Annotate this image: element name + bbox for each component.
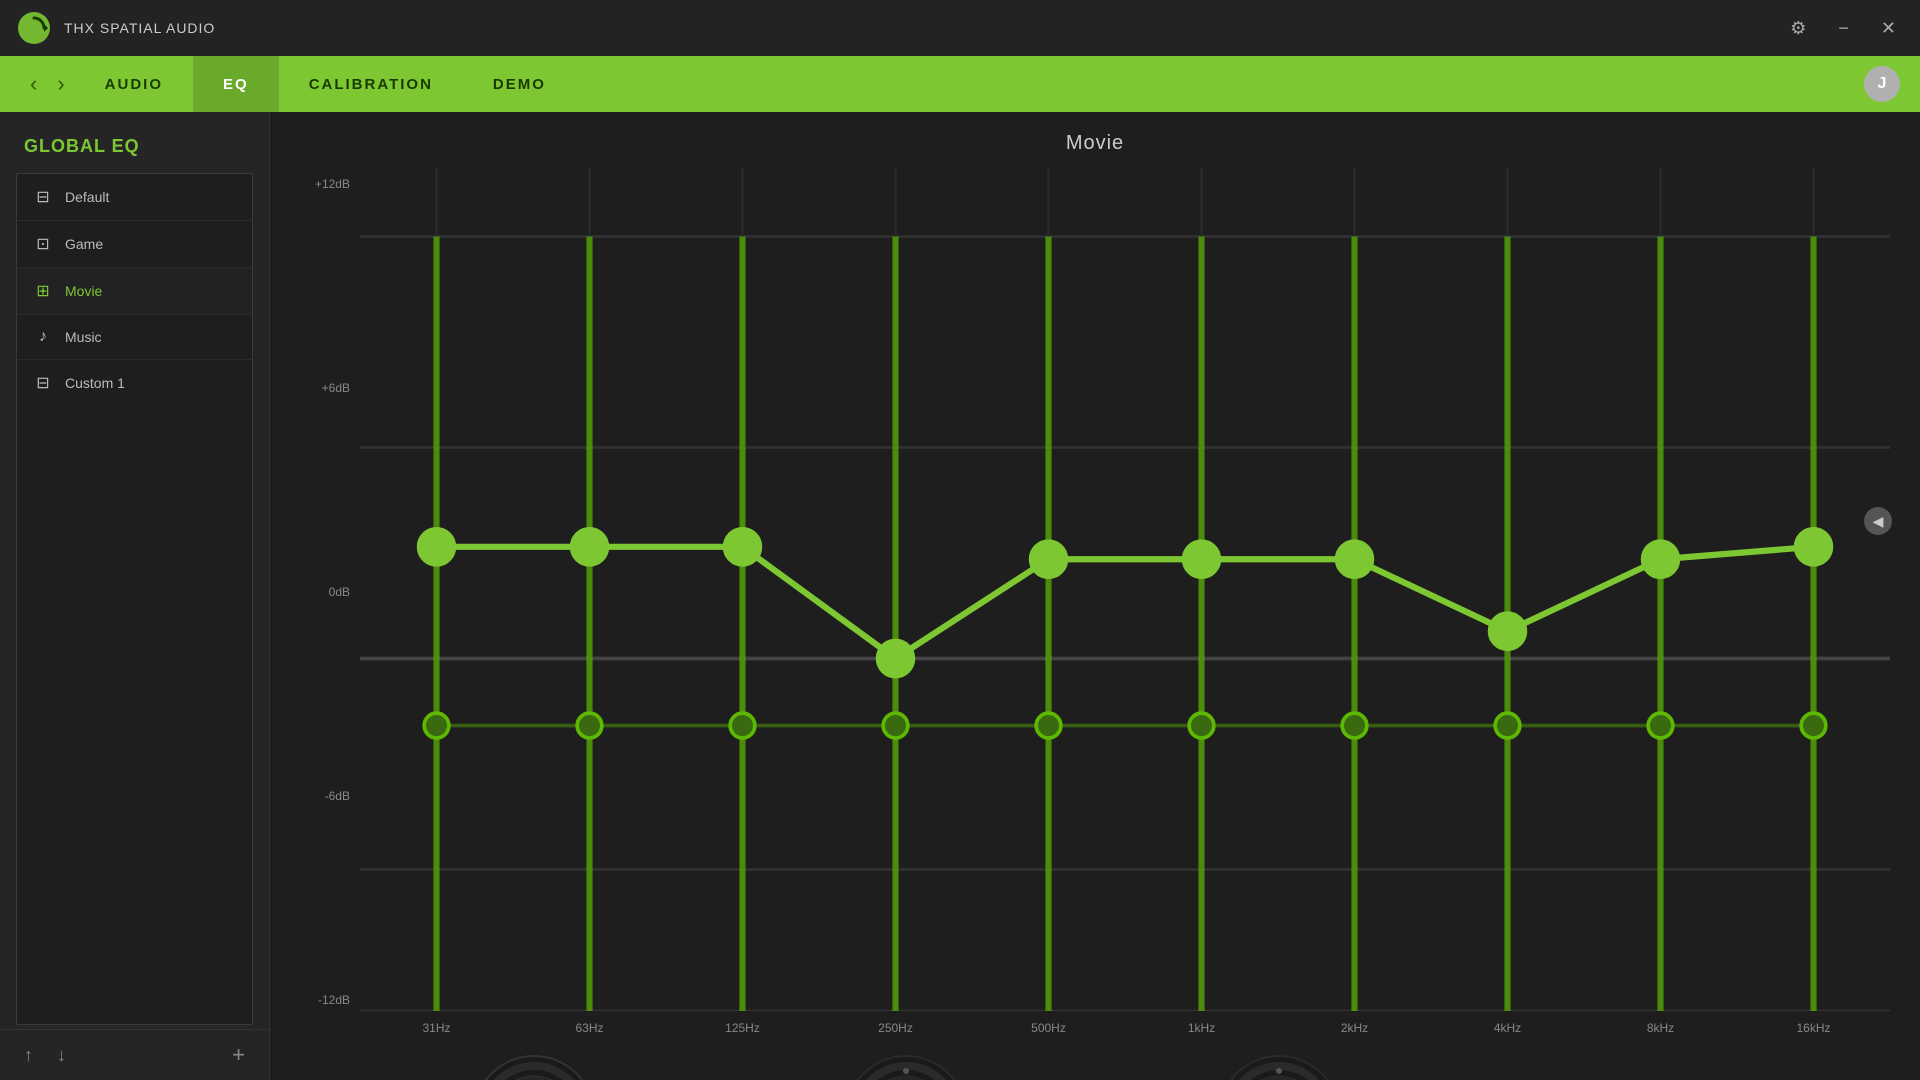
nav-item-calibration[interactable]: CALIBRATION xyxy=(279,56,463,112)
gamepad-icon: ⊡ xyxy=(33,234,53,254)
bass-boost-group: 20 Bass Boost xyxy=(469,1051,599,1080)
vocal-clarity-knob[interactable]: 55 xyxy=(1214,1051,1344,1080)
eq-y-label-n12: -12dB xyxy=(318,993,350,1007)
sidebar-item-label-default: Default xyxy=(65,189,109,205)
settings-button[interactable]: ⚙ xyxy=(1782,14,1814,43)
eq-y-label-n6: -6dB xyxy=(325,789,350,803)
eq-chart-svg[interactable] xyxy=(360,167,1890,1011)
eq-y-label-12: +12dB xyxy=(315,177,350,191)
eq-chart-container: +12dB +6dB 0dB -6dB -12dB xyxy=(300,167,1890,1035)
sidebar-item-custom1[interactable]: ⊟ Custom 1 xyxy=(17,360,252,406)
eq-area: Movie +12dB +6dB 0dB -6dB -12dB xyxy=(270,112,1920,1080)
sidebar-item-label-music: Music xyxy=(65,329,102,345)
app-title: THX SPATIAL AUDIO xyxy=(64,20,1770,36)
custom-sliders-icon: ⊟ xyxy=(33,373,53,393)
nav-item-audio[interactable]: AUDIO xyxy=(75,56,193,112)
nav-item-demo[interactable]: DEMO xyxy=(463,56,576,112)
nav-forward-button[interactable]: › xyxy=(47,71,74,97)
close-button[interactable]: ✕ xyxy=(1873,14,1904,43)
eq-x-label-16khz: 16kHz xyxy=(1737,1021,1890,1035)
eq-sliders-icon: ⊟ xyxy=(33,187,53,207)
sidebar-item-default[interactable]: ⊟ Default xyxy=(17,174,252,221)
sidebar-item-game[interactable]: ⊡ Game xyxy=(17,221,252,268)
move-down-button[interactable]: ↓ xyxy=(49,1041,74,1070)
eq-x-label-63hz: 63Hz xyxy=(513,1021,666,1035)
eq-y-label-6: +6dB xyxy=(322,381,350,395)
eq-x-label-31hz: 31Hz xyxy=(360,1021,513,1035)
bottom-controls: 20 Bass Boost xyxy=(300,1035,1890,1080)
add-preset-button[interactable]: + xyxy=(224,1038,253,1072)
main-content: GLOBAL EQ ⊟ Default ⊡ Game ⊞ Movie ♪ Mus… xyxy=(0,112,1920,1080)
eq-scroll-button[interactable]: ◀ xyxy=(1864,507,1892,535)
vocal-clarity-group: 55 Vocal Clarity xyxy=(1214,1051,1344,1080)
eq-x-label-250hz: 250Hz xyxy=(819,1021,972,1035)
window-controls: ⚙ − ✕ xyxy=(1782,14,1904,43)
eq-x-label-1khz: 1kHz xyxy=(1125,1021,1278,1035)
sidebar-item-label-custom1: Custom 1 xyxy=(65,375,125,391)
sidebar-footer: ↑ ↓ + xyxy=(0,1029,269,1080)
nav-bar: ‹ › AUDIO EQ CALIBRATION DEMO J xyxy=(0,56,1920,112)
sound-normalization-group: 55 Sound Normalization xyxy=(816,1051,998,1080)
eq-x-label-125hz: 125Hz xyxy=(666,1021,819,1035)
sound-normalization-knob[interactable]: 55 xyxy=(841,1051,971,1080)
eq-x-label-2khz: 2kHz xyxy=(1278,1021,1431,1035)
eq-x-label-500hz: 500Hz xyxy=(972,1021,1125,1035)
sidebar-item-label-movie: Movie xyxy=(65,283,102,299)
eq-preset-list: ⊟ Default ⊡ Game ⊞ Movie ♪ Music ⊟ Custo… xyxy=(16,173,253,1025)
sidebar-item-movie[interactable]: ⊞ Movie xyxy=(17,268,252,315)
eq-x-label-8khz: 8kHz xyxy=(1584,1021,1737,1035)
user-avatar[interactable]: J xyxy=(1864,66,1900,102)
sidebar-item-label-game: Game xyxy=(65,236,103,252)
minimize-button[interactable]: − xyxy=(1830,14,1857,43)
title-bar: THX SPATIAL AUDIO ⚙ − ✕ xyxy=(0,0,1920,56)
bass-boost-knob[interactable]: 20 xyxy=(469,1051,599,1080)
nav-back-button[interactable]: ‹ xyxy=(20,71,47,97)
music-icon: ♪ xyxy=(33,328,53,346)
sidebar-title: GLOBAL EQ xyxy=(0,136,269,173)
sidebar: GLOBAL EQ ⊟ Default ⊡ Game ⊞ Movie ♪ Mus… xyxy=(0,112,270,1080)
eq-y-label-0: 0dB xyxy=(329,585,350,599)
movie-icon: ⊞ xyxy=(33,281,53,301)
sidebar-item-music[interactable]: ♪ Music xyxy=(17,315,252,360)
eq-x-labels: 31Hz 63Hz 125Hz 250Hz 500Hz 1kHz 2kHz 4k… xyxy=(360,1015,1890,1035)
move-up-button[interactable]: ↑ xyxy=(16,1041,41,1070)
eq-x-label-4khz: 4kHz xyxy=(1431,1021,1584,1035)
eq-y-labels: +12dB +6dB 0dB -6dB -12dB xyxy=(300,167,350,1035)
eq-preset-name: Movie xyxy=(300,132,1890,155)
app-logo xyxy=(16,10,52,46)
nav-item-eq[interactable]: EQ xyxy=(193,56,279,112)
